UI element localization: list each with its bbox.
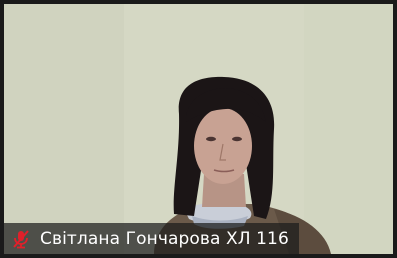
participant-video-feed	[4, 4, 393, 254]
muted-microphone-icon	[10, 228, 32, 250]
webcam-image	[4, 4, 393, 254]
participant-video-tile[interactable]: Світлана Гончарова ХЛ 116	[0, 0, 397, 258]
participant-name-label: Світлана Гончарова ХЛ 116	[40, 228, 289, 249]
participant-name-bar: Світлана Гончарова ХЛ 116	[4, 223, 299, 254]
